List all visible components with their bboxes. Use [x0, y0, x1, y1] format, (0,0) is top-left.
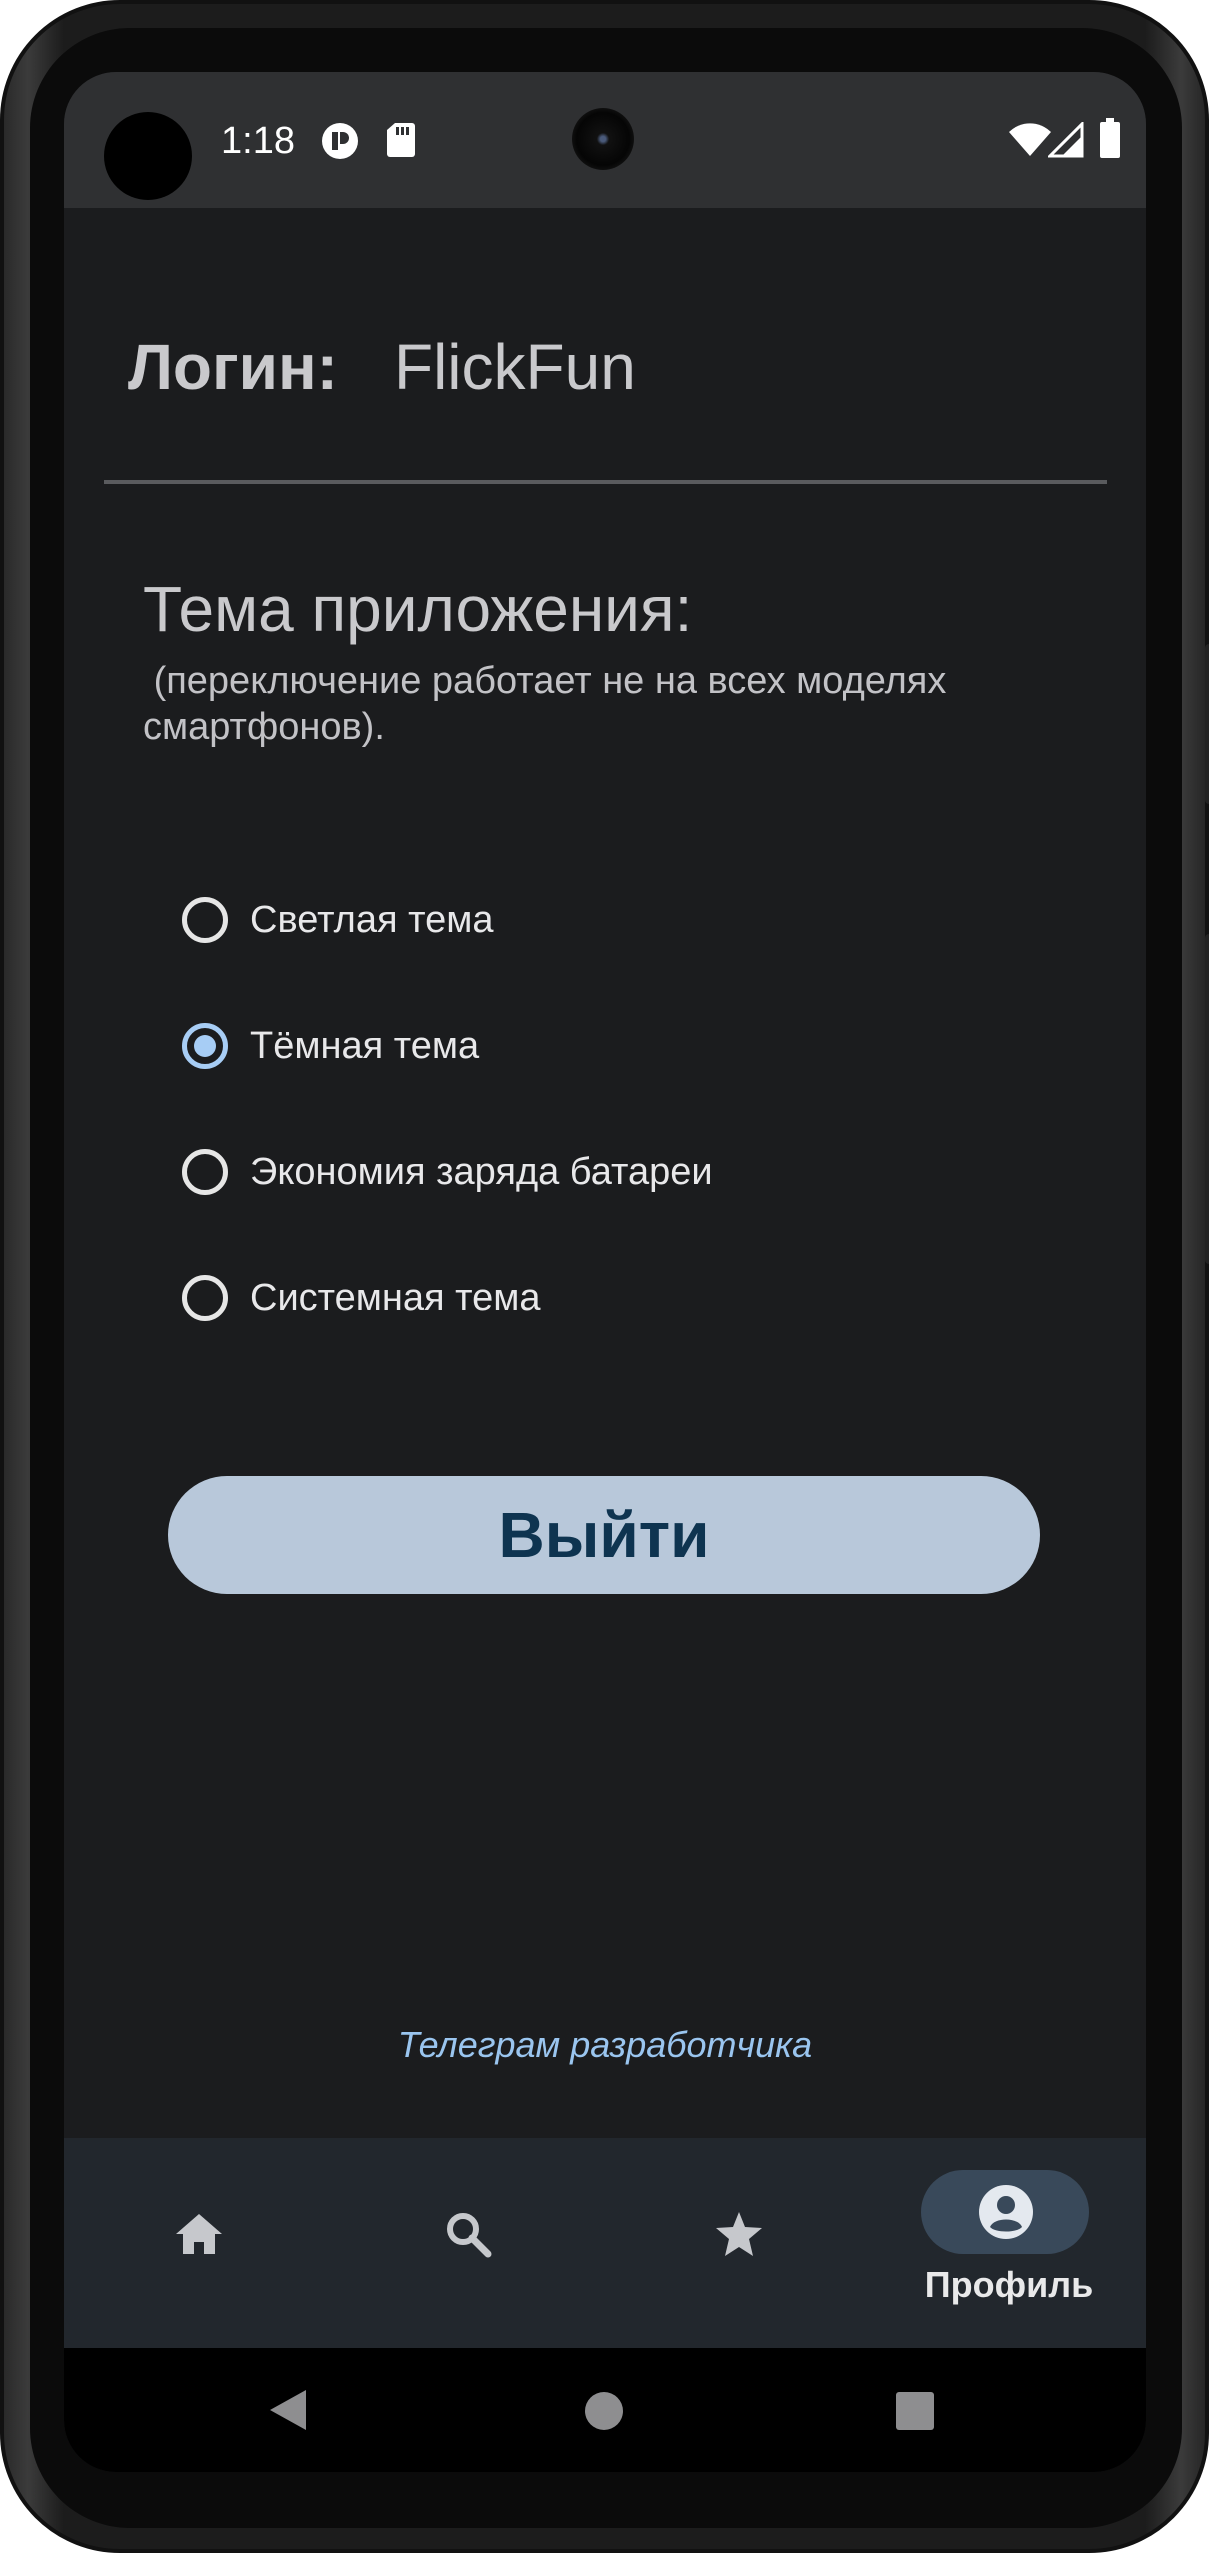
star-icon	[714, 2210, 764, 2263]
theme-option-system[interactable]: Системная тема	[182, 1268, 541, 1328]
status-bar: 1:18	[64, 72, 1146, 208]
theme-option-battery-saver[interactable]: Экономия заряда батареи	[182, 1142, 713, 1202]
radio-button-system[interactable]	[182, 1275, 228, 1321]
theme-note: (переключение работает не на всех моделя…	[143, 660, 957, 748]
power-button	[1205, 644, 1209, 804]
front-camera-cutout	[104, 112, 192, 200]
radio-button-light[interactable]	[182, 897, 228, 943]
back-icon[interactable]	[268, 2388, 308, 2437]
search-icon	[444, 2210, 492, 2263]
login-row: Логин: FlickFun	[128, 322, 636, 412]
app-notification-icon	[321, 122, 359, 165]
home-icon	[174, 2212, 224, 2261]
theme-option-dark[interactable]: Тёмная тема	[182, 1016, 479, 1076]
theme-option-light[interactable]: Светлая тема	[182, 890, 493, 950]
battery-icon	[1100, 118, 1120, 163]
nav-item-favorites[interactable]	[604, 2138, 874, 2348]
nav-item-search[interactable]	[334, 2138, 604, 2348]
theme-option-label: Экономия заряда батареи	[250, 1150, 713, 1193]
login-value: FlickFun	[393, 331, 636, 403]
camera-lens	[572, 108, 634, 170]
nav-item-profile[interactable]: Профиль	[874, 2138, 1144, 2348]
signal-icon	[1046, 120, 1084, 163]
theme-option-label: Системная тема	[250, 1276, 541, 1319]
divider	[104, 480, 1107, 484]
theme-title: Тема приложения:	[143, 573, 693, 645]
logout-button[interactable]: Выйти	[168, 1476, 1040, 1594]
phone-frame: 1:18 Логин: FlickFun Тема приложения: (п…	[0, 0, 1209, 2553]
nav-item-home[interactable]	[64, 2138, 334, 2348]
radio-button-dark[interactable]	[182, 1023, 228, 1069]
login-label: Логин:	[128, 331, 338, 403]
account-circle-icon	[978, 2184, 1034, 2245]
theme-option-label: Тёмная тема	[250, 1024, 480, 1067]
status-time: 1:18	[221, 120, 295, 162]
radio-button-battery-saver[interactable]	[182, 1149, 228, 1195]
wifi-icon	[1008, 122, 1052, 163]
developer-telegram-link[interactable]: Телеграм разработчика	[64, 2024, 1146, 2066]
home-circle-icon[interactable]	[584, 2391, 624, 2436]
recents-icon[interactable]	[896, 2392, 934, 2435]
screen: 1:18 Логин: FlickFun Тема приложения: (п…	[64, 72, 1146, 2472]
nav-label-profile: Профиль	[924, 2264, 1094, 2305]
system-navigation-bar	[64, 2348, 1146, 2472]
volume-button	[1205, 934, 1209, 1264]
sd-card-icon	[386, 121, 416, 164]
theme-option-label: Светлая тема	[250, 898, 494, 941]
bottom-navigation: Профиль	[64, 2138, 1146, 2348]
